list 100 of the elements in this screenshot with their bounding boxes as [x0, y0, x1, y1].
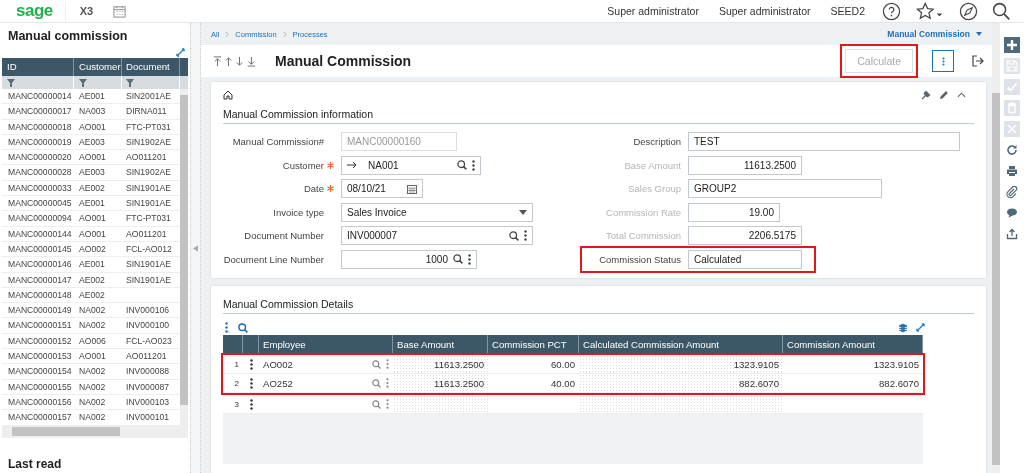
compass-icon[interactable]	[959, 1, 978, 21]
navigation-arrows-icon[interactable]	[211, 55, 257, 67]
table-cell[interactable]: NA002	[74, 318, 122, 333]
column-header[interactable]: Base Amount	[393, 335, 488, 353]
home-icon[interactable]	[223, 90, 233, 100]
column-header[interactable]: Commission PCT	[488, 335, 579, 353]
table-cell[interactable]: MANC00000147	[2, 272, 74, 287]
scrollbar-thumb[interactable]	[12, 427, 120, 437]
table-cell[interactable]: MANC00000045	[2, 196, 74, 211]
calendar-icon[interactable]	[407, 183, 417, 194]
table-cell[interactable]: MANC00000151	[2, 318, 74, 333]
search-icon[interactable]	[457, 160, 467, 171]
table-cell[interactable]: AO002	[263, 358, 293, 370]
table-cell[interactable]: INV000101	[122, 410, 180, 425]
row-menu-icon[interactable]	[249, 398, 253, 410]
table-cell[interactable]: AO001	[74, 119, 122, 134]
input-field[interactable]: 1000	[341, 249, 477, 269]
column-header[interactable]: Commission Amount	[783, 335, 923, 353]
more-icon[interactable]	[941, 55, 945, 67]
table-cell[interactable]: NA002	[74, 394, 122, 410]
input-field[interactable]: Calculated	[688, 249, 802, 269]
table-cell[interactable]: INV000100	[122, 318, 180, 333]
column-header[interactable]: Calculated Commission Amount	[579, 335, 783, 353]
more-actions-button[interactable]	[932, 50, 954, 72]
table-cell[interactable]: AO252	[263, 377, 293, 389]
table-cell[interactable]: MANC00000094	[2, 211, 74, 226]
table-cell[interactable]: MANC00000144	[2, 226, 74, 241]
table-cell[interactable]: MANC00000033	[2, 180, 74, 196]
edit-icon[interactable]	[939, 90, 949, 100]
user-menu[interactable]: Super administrator	[607, 5, 699, 17]
table-cell[interactable]: MANC00000153	[2, 349, 74, 364]
table-cell[interactable]: MANC00000152	[2, 333, 74, 349]
table-cell[interactable]: MANC00000028	[2, 165, 74, 180]
expand-icon[interactable]	[176, 48, 185, 57]
function-menu[interactable]: Manual Commission	[887, 29, 970, 39]
share-icon[interactable]	[1006, 228, 1018, 240]
search-icon[interactable]	[453, 254, 463, 265]
input-field[interactable]: TEST	[688, 132, 960, 152]
input-field[interactable]: 08/10/21	[341, 179, 423, 199]
table-cell[interactable]: AE003	[74, 134, 122, 150]
refresh-icon[interactable]	[1006, 144, 1018, 156]
table-cell[interactable]: MANC00000018	[2, 119, 74, 134]
table-cell[interactable]: INV000087	[122, 379, 180, 394]
table-cell[interactable]: AE002	[74, 287, 122, 303]
table-cell[interactable]: AE001	[74, 89, 122, 104]
table-cell[interactable]: MANC00000145	[2, 241, 74, 257]
more-icon[interactable]	[472, 159, 475, 171]
column-header[interactable]: Employee	[259, 335, 393, 353]
table-cell[interactable]: INV000088	[122, 364, 180, 379]
row-menu-icon[interactable]	[249, 358, 253, 370]
filter-icon[interactable]	[7, 78, 15, 87]
table-cell[interactable]: FTC-PT031	[122, 119, 180, 134]
collapse-icon[interactable]	[957, 92, 966, 98]
star-icon[interactable]	[915, 1, 945, 21]
table-cell[interactable]: AO011201	[122, 150, 180, 165]
caret-icon[interactable]	[519, 209, 527, 215]
table-cell[interactable]: INV000103	[122, 394, 180, 410]
table-cell[interactable]: AO001	[74, 226, 122, 241]
table-cell[interactable]: MANC00000020	[2, 150, 74, 165]
row-menu-icon[interactable]	[249, 377, 253, 389]
input-field[interactable]: INV000007	[341, 226, 533, 246]
table-cell[interactable]: MANC00000154	[2, 364, 74, 379]
table-cell[interactable]: AE002	[74, 272, 122, 287]
table-cell[interactable]: 882.6070	[783, 374, 923, 392]
paperclip-icon[interactable]	[1006, 186, 1018, 198]
table-cell[interactable]: NA002	[74, 379, 122, 394]
table-cell[interactable]: AO002	[74, 241, 122, 257]
caret-icon[interactable]	[976, 32, 982, 36]
add-icon[interactable]	[1004, 37, 1020, 53]
table-cell[interactable]: SIN1901AE	[122, 180, 180, 196]
table-cell[interactable]: SIN1902AE	[122, 165, 180, 180]
table-cell[interactable]: AO001	[74, 211, 122, 226]
scrollbar[interactable]	[992, 23, 1000, 473]
folder-menu[interactable]: SEED2	[830, 5, 865, 17]
table-cell[interactable]: AO001	[74, 349, 122, 364]
table-cell[interactable]: MANC00000155	[2, 379, 74, 394]
table-cell[interactable]: SIN1901AE	[122, 272, 180, 287]
table-cell[interactable]: NA002	[74, 364, 122, 379]
table-cell[interactable]: AE001	[74, 257, 122, 272]
search-icon[interactable]	[992, 1, 1011, 21]
help-icon[interactable]	[882, 1, 901, 21]
table-cell[interactable]: 40.00	[488, 374, 579, 392]
table-cell[interactable]: SIN1901AE	[122, 257, 180, 272]
table-cell[interactable]: MANC00000146	[2, 257, 74, 272]
more-icon[interactable]	[468, 253, 471, 265]
expand-icon[interactable]	[916, 323, 925, 332]
table-cell[interactable]: SIN1902AE	[122, 134, 180, 150]
table-cell[interactable]: FCL-AO023	[122, 333, 180, 349]
pin-icon[interactable]	[921, 90, 931, 100]
exit-icon[interactable]	[972, 55, 984, 67]
table-cell[interactable]: DIRNA011	[122, 104, 180, 119]
table-cell[interactable]: NA003	[74, 104, 122, 119]
more-icon[interactable]	[225, 322, 230, 333]
arrow-icon[interactable]	[347, 161, 357, 170]
table-cell[interactable]: AO011201	[122, 226, 180, 241]
table-cell[interactable]: NA002	[74, 410, 122, 425]
table-cell[interactable]: MANC00000148	[2, 287, 74, 303]
scrollbar-thumb[interactable]	[992, 93, 1000, 465]
table-cell[interactable]: AO011201	[122, 349, 180, 364]
table-cell[interactable]: INV000106	[122, 303, 180, 318]
